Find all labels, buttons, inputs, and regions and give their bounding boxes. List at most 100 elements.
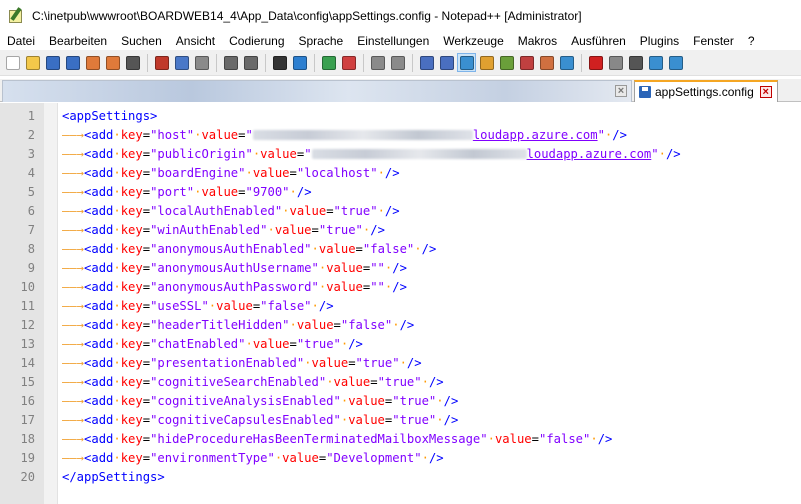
word-wrap-button[interactable] — [417, 53, 436, 72]
code-line[interactable]: 4 ——→<add·key="boardEngine"·value="localh… — [0, 163, 801, 182]
code-line[interactable]: 9 ——→<add·key="anonymousAuthUsername"·val… — [0, 258, 801, 277]
open-file-button[interactable] — [23, 53, 42, 72]
stop-record-button[interactable] — [606, 53, 625, 72]
code-line[interactable]: 13 ——→<add·key="chatEnabled"·value="true"… — [0, 334, 801, 353]
run-macro-multiple-button[interactable] — [646, 53, 665, 72]
undo-button[interactable] — [221, 53, 240, 72]
save-icon — [45, 55, 60, 70]
menu-plugins[interactable]: Plugins — [633, 34, 686, 48]
indent-guide-button[interactable] — [457, 53, 476, 72]
replace-icon — [292, 55, 307, 70]
folder-as-workspace-button[interactable] — [537, 53, 556, 72]
new-file-button[interactable] — [3, 53, 22, 72]
notepadpp-icon — [8, 7, 24, 24]
xml-tag: <add — [84, 165, 114, 180]
menu-codierung[interactable]: Codierung — [222, 34, 291, 48]
code-line[interactable]: 15 ——→<add·key="cognitiveSearchEnabled"·v… — [0, 372, 801, 391]
code-line[interactable]: 2 ——→<add·key="host"·value=" loudapp.azure… — [0, 125, 801, 144]
code-line[interactable]: 16 ——→<add·key="cognitiveAnalysisEnabled"… — [0, 391, 801, 410]
close-icon[interactable]: × — [615, 85, 627, 97]
zoom-in-button[interactable] — [319, 53, 338, 72]
tab-appsettings[interactable]: appSettings.config × — [634, 80, 778, 102]
tab-label: appSettings.config — [655, 85, 754, 99]
attr-name: key — [120, 203, 143, 218]
line-number: 8 — [27, 241, 35, 256]
save-button[interactable] — [43, 53, 62, 72]
record-macro-button[interactable] — [586, 53, 605, 72]
xml-tag: <add — [84, 146, 114, 161]
close-button[interactable] — [83, 53, 102, 72]
code-line[interactable]: 3 ——→<add·key="publicOrigin"·value=" louda… — [0, 144, 801, 163]
zoom-out-button[interactable] — [339, 53, 358, 72]
doc-map-button[interactable] — [497, 53, 516, 72]
attr-value: "false" — [362, 241, 415, 256]
menu-bearbeiten[interactable]: Bearbeiten — [42, 34, 114, 48]
xml-tag: <add — [84, 298, 114, 313]
copy-button[interactable] — [172, 53, 191, 72]
redo-button[interactable] — [241, 53, 260, 72]
find-button[interactable] — [270, 53, 289, 72]
code-line[interactable]: 6 ——→<add·key="localAuthEnabled"·value="t… — [0, 201, 801, 220]
close-all-button[interactable] — [103, 53, 122, 72]
code-line[interactable]: 19 ——→<add·key="environmentType"·value="D… — [0, 448, 801, 467]
play-macro-button[interactable] — [626, 53, 645, 72]
menu-suchen[interactable]: Suchen — [114, 34, 169, 48]
attr-value: "true" — [392, 412, 437, 427]
indent-guide-icon — [459, 55, 474, 70]
code-line[interactable]: 14 ——→<add·key="presentationEnabled"·valu… — [0, 353, 801, 372]
code-line[interactable]: 5 ——→<add·key="port"·value="9700"·/> — [0, 182, 801, 201]
attr-name: value — [494, 431, 532, 446]
line-number: 19 — [20, 450, 35, 465]
code-line[interactable]: 1 <appSettings> — [0, 106, 801, 125]
sync-vertical-button[interactable] — [368, 53, 387, 72]
replace-button[interactable] — [290, 53, 309, 72]
line-number: 17 — [20, 412, 35, 427]
monitoring-button[interactable] — [557, 53, 576, 72]
show-all-chars-button[interactable] — [437, 53, 456, 72]
code-line[interactable]: 17 ——→<add·key="cognitiveCapsulesEnabled"… — [0, 410, 801, 429]
code-line[interactable]: 8 ——→<add·key="anonymousAuthEnabled"·valu… — [0, 239, 801, 258]
menu-einstellungen[interactable]: Einstellungen — [350, 34, 436, 48]
code-text: ——→<add·key="hideProcedureHasBeenTermina… — [62, 431, 613, 446]
menu-werkzeuge[interactable]: Werkzeuge — [436, 34, 510, 48]
sync-horizontal-button[interactable] — [388, 53, 407, 72]
toolbar-separator — [265, 53, 266, 72]
editor[interactable]: 1 <appSettings> 2 ——→<add·key="host"·value=… — [0, 103, 801, 504]
tab-hidden-files[interactable]: × — [2, 80, 632, 102]
cut-button[interactable] — [152, 53, 171, 72]
menu-sprache[interactable]: Sprache — [292, 34, 351, 48]
menu-ausfuehren[interactable]: Ausführen — [564, 34, 633, 48]
save-all-button[interactable] — [63, 53, 82, 72]
code-text: ——→<add·key="boardEngine"·value="localho… — [62, 165, 400, 180]
xml-tag: <add — [84, 393, 114, 408]
code-text: ——→<add·key="cognitiveSearchEnabled"·val… — [62, 374, 444, 389]
user-defined-lang-button[interactable] — [477, 53, 496, 72]
folder-as-workspace-icon — [539, 55, 554, 70]
line-number: 18 — [20, 431, 35, 446]
print-button[interactable] — [123, 53, 142, 72]
save-macro-button[interactable] — [666, 53, 685, 72]
attr-value: "useSSL" — [150, 298, 209, 313]
menu-makros[interactable]: Makros — [511, 34, 564, 48]
code-line[interactable]: 10 ——→<add·key="anonymousAuthPassword"·va… — [0, 277, 801, 296]
code-line[interactable]: 18 ——→<add·key="hideProcedureHasBeenTermi… — [0, 429, 801, 448]
tab-arrow: ——→ — [62, 260, 85, 275]
menu-help[interactable]: ? — [741, 34, 762, 48]
xml-tag: /> — [296, 184, 312, 199]
code-text: <appSettings> — [62, 109, 157, 123]
xml-tag: <add — [84, 336, 114, 351]
close-tab-icon[interactable]: × — [759, 86, 772, 98]
open-file-icon — [25, 55, 40, 70]
function-list-button[interactable] — [517, 53, 536, 72]
menu-datei[interactable]: Datei — [0, 34, 42, 48]
code-line[interactable]: 20 </appSettings> — [0, 467, 801, 486]
paste-button[interactable] — [192, 53, 211, 72]
code-line[interactable]: 12 ——→<add·key="headerTitleHidden"·value=… — [0, 315, 801, 334]
code-line[interactable]: 7 ——→<add·key="winAuthEnabled"·value="tru… — [0, 220, 801, 239]
tab-arrow: ——→ — [62, 241, 85, 256]
xml-tag: <appSettings> — [62, 108, 158, 123]
menu-fenster[interactable]: Fenster — [686, 34, 741, 48]
code-line[interactable]: 11 ——→<add·key="useSSL"·value="false"·/> — [0, 296, 801, 315]
cut-icon — [154, 55, 169, 70]
menu-ansicht[interactable]: Ansicht — [169, 34, 222, 48]
